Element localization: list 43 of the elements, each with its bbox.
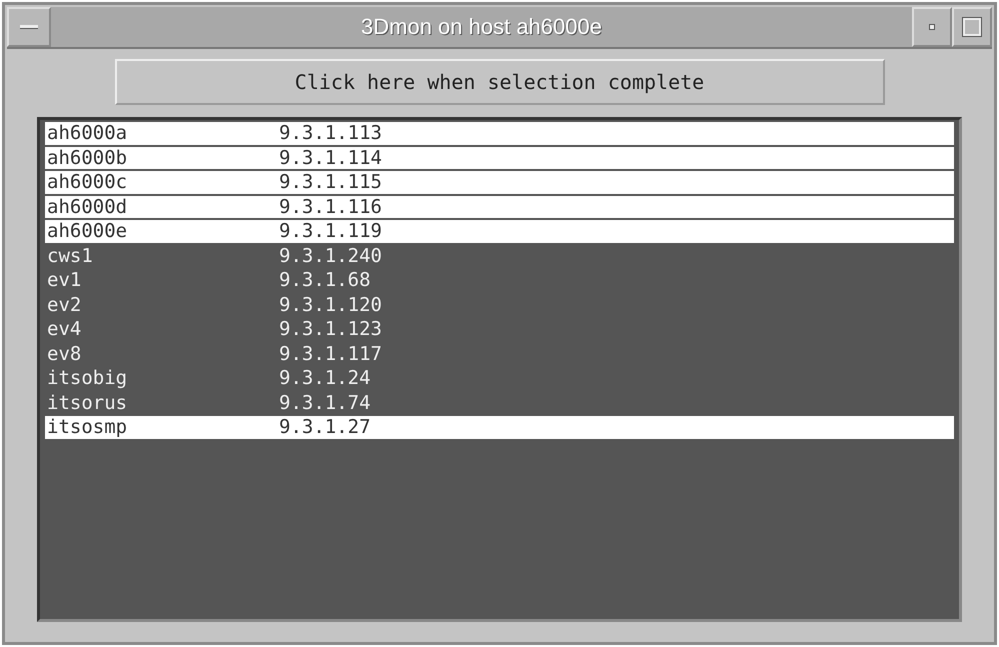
host-row[interactable]: cws1 9.3.1.240 (45, 244, 954, 267)
host-name: ah6000e (46, 220, 128, 242)
host-row[interactable]: itsosmp 9.3.1.27 (45, 416, 954, 438)
host-row[interactable]: itsorus 9.3.1.74 (45, 392, 954, 414)
selection-complete-button[interactable]: Click here when selection complete (114, 59, 884, 105)
host-address: 9.3.1.115 (279, 171, 382, 194)
host-row[interactable]: ev2 9.3.1.120 (45, 294, 954, 316)
window-title: 3Dmon on host ah6000e (360, 13, 603, 41)
host-address: 9.3.1.119 (279, 220, 382, 242)
host-row[interactable]: ev1 9.3.1.68 (45, 269, 954, 292)
host-row[interactable]: ah6000c 9.3.1.115 (45, 171, 954, 194)
window-menu-button[interactable] (7, 7, 51, 47)
host-name: ev1 (46, 269, 82, 292)
host-row[interactable]: ah6000a 9.3.1.113 (45, 122, 954, 144)
host-address: 9.3.1.116 (279, 196, 382, 218)
host-address: 9.3.1.123 (279, 318, 382, 340)
host-address: 9.3.1.68 (279, 269, 371, 292)
host-address: 9.3.1.114 (279, 146, 382, 169)
host-row[interactable]: ah6000b 9.3.1.114 (45, 146, 954, 169)
host-address: 9.3.1.117 (279, 342, 382, 365)
host-row[interactable]: itsobig 9.3.1.24 (45, 367, 954, 390)
host-row[interactable]: ah6000d 9.3.1.116 (45, 196, 954, 218)
host-name: ah6000c (46, 171, 128, 194)
host-address: 9.3.1.240 (279, 244, 382, 267)
host-name: ev4 (46, 318, 82, 340)
host-address: 9.3.1.74 (279, 392, 371, 414)
host-name: ev2 (46, 294, 82, 316)
host-row[interactable]: ev4 9.3.1.123 (45, 318, 954, 340)
host-address: 9.3.1.24 (279, 367, 371, 390)
host-name: itsobig (46, 367, 128, 390)
host-row[interactable]: ev8 9.3.1.117 (45, 342, 954, 365)
host-name: cws1 (46, 244, 94, 267)
host-address: 9.3.1.120 (279, 294, 382, 316)
host-row[interactable]: ah6000e 9.3.1.119 (45, 220, 954, 242)
host-name: ev8 (46, 342, 82, 365)
host-name: itsorus (46, 392, 128, 414)
host-name: ah6000a (46, 122, 128, 144)
host-address: 9.3.1.113 (279, 122, 382, 144)
maximize-button[interactable] (952, 7, 992, 47)
host-name: ah6000d (46, 196, 128, 218)
host-address: 9.3.1.27 (279, 416, 371, 438)
host-name: ah6000b (46, 146, 128, 169)
host-name: itsosmp (46, 416, 128, 438)
